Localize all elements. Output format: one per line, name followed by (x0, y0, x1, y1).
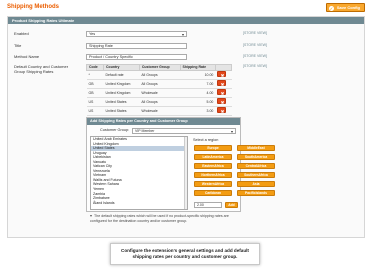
title-input[interactable]: Shipping Rate (86, 43, 187, 49)
chevron-down-icon (182, 33, 184, 36)
row-rate: 3.00 (180, 106, 216, 116)
default-rates-note: The default shipping rates which will be… (90, 214, 240, 223)
table-row: US United States All Groups 5.00 (86, 97, 232, 107)
title-label: Title (14, 43, 22, 48)
method-name-scope: [STORE VIEW] (243, 54, 267, 58)
table-row: * Default rate All Groups 10.00 (86, 70, 232, 80)
delete-row-button[interactable] (217, 80, 227, 86)
row-country: United States (103, 106, 140, 116)
rates-table: Code Country Customer Group Shipping Rat… (85, 64, 233, 116)
row-rate: 5.00 (180, 97, 216, 107)
row-group: All Groups (139, 97, 180, 107)
enabled-scope: [STORE VIEW] (243, 31, 267, 35)
default-rates-label-line2: Group Shipping Rates (14, 69, 54, 74)
row-group: Wholesale (139, 106, 180, 116)
table-row: US United States Wholesale 3.00 (86, 106, 232, 116)
region-button-northernafrica[interactable]: NorthernAfrica (194, 172, 232, 178)
select-region-label: Select a region (193, 138, 219, 142)
region-button-southamerica[interactable]: SouthAmerica (237, 154, 275, 160)
enabled-label: Enabled (14, 31, 29, 36)
country-multiselect[interactable]: United Arab Emirates United Kingdom Unit… (90, 136, 188, 210)
row-code: US (86, 97, 104, 107)
delete-row-button[interactable] (217, 107, 227, 113)
row-rate: 4.00 (180, 88, 216, 98)
region-button-europe[interactable]: Europe (194, 145, 232, 151)
enabled-value: Yes (89, 32, 96, 36)
row-country: United States (103, 97, 140, 107)
page-title: Shipping Methods (7, 4, 59, 10)
save-icon: ✓ (328, 5, 334, 11)
row-country: United Kingdom (103, 79, 140, 89)
region-button-middleeast[interactable]: MiddleEast (237, 145, 275, 151)
region-button-southernafrica[interactable]: SouthernAfrica (237, 172, 275, 178)
region-button-caribbean[interactable]: Caribbean (194, 190, 232, 196)
region-button-easternafrica[interactable]: EasternAfrica (194, 163, 232, 169)
table-row: GB United Kingdom Wholesale 4.00 (86, 88, 232, 98)
section-header[interactable]: Product Shipping Rates Ultimate (8, 17, 364, 24)
row-country: Default rate (103, 70, 140, 80)
save-config-button[interactable]: ✓ Save Config (325, 3, 365, 12)
rate-input[interactable]: 2.00 (194, 202, 222, 208)
row-country: United Kingdom (103, 88, 140, 98)
delete-row-button[interactable] (217, 71, 227, 77)
table-row: GB United Kingdom All Groups 7.00 (86, 79, 232, 89)
row-code: GB (86, 88, 104, 98)
caption-box: Configure the extension's general settin… (110, 243, 260, 265)
row-group: All Groups (139, 70, 180, 80)
row-group: Wholesale (139, 88, 180, 98)
default-rates-scope: [STORE VIEW] (243, 64, 267, 68)
region-button-centralafrica[interactable]: CentralAfrica (237, 163, 275, 169)
customer-group-value: VIP Member (135, 129, 155, 133)
add-rates-header: Add Shipping Rates per Country and Custo… (87, 118, 240, 125)
region-button-pacificislands[interactable]: PacificIslands (237, 190, 275, 196)
region-button-asia[interactable]: Asia (237, 181, 275, 187)
region-button-latinamerica[interactable]: LatinAmerica (194, 154, 232, 160)
add-rate-button[interactable]: Add (225, 202, 238, 208)
delete-row-button[interactable] (217, 98, 227, 104)
caption-text: Configure the extension's general settin… (121, 248, 249, 259)
row-code: GB (86, 79, 104, 89)
row-code: US (86, 106, 104, 116)
list-scrollbar[interactable] (184, 137, 187, 209)
region-button-westernafrica[interactable]: WesternAfrica (194, 181, 232, 187)
page-header: Shipping Methods ✓ Save Config (7, 3, 365, 14)
row-code: * (86, 70, 104, 80)
delete-row-button[interactable] (217, 89, 227, 95)
chevron-down-icon (231, 130, 233, 133)
row-rate: 10.00 (180, 70, 216, 80)
row-group: All Groups (139, 79, 180, 89)
row-rate: 7.00 (180, 79, 216, 89)
customer-group-label: Customer Group: (100, 128, 130, 132)
customer-group-select[interactable]: VIP Member (132, 128, 236, 134)
title-scope: [STORE VIEW] (243, 43, 267, 47)
add-rates-panel: Add Shipping Rates per Country and Custo… (86, 117, 275, 212)
method-name-input[interactable]: Product / Country Specific (86, 54, 187, 60)
note-text: The default shipping rates which will be… (90, 214, 229, 223)
save-config-label: Save Config (336, 5, 360, 10)
enabled-select[interactable]: Yes (86, 31, 187, 37)
country-option[interactable]: Åland Islands (91, 201, 187, 206)
method-name-label: Method Name (14, 54, 40, 59)
triangle-down-icon (90, 215, 92, 218)
config-section: Product Shipping Rates Ultimate Enabled … (7, 16, 365, 238)
